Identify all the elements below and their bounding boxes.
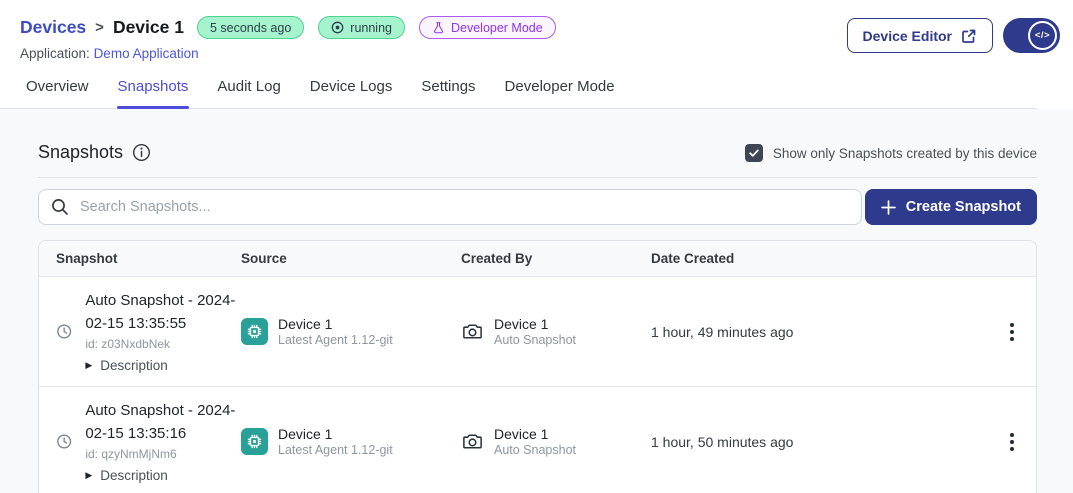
last-seen-badge: 5 seconds ago (197, 16, 304, 39)
snapshots-section: Snapshots Show only Snapshots created by… (0, 109, 1073, 493)
tab-audit-log[interactable]: Audit Log (216, 76, 281, 108)
page-header: Devices > Device 1 5 seconds ago running… (0, 0, 1073, 61)
column-header-created-by: Created By (461, 251, 651, 266)
table-header: Snapshot Source Created By Date Created (39, 241, 1036, 276)
status-badge: running (318, 16, 405, 39)
developer-mode-badge: Developer Mode (419, 16, 556, 39)
clock-icon (56, 433, 72, 450)
external-link-icon (961, 28, 977, 44)
source-agent-version: Latest Agent 1.12-git (278, 333, 393, 347)
source-device-name: Device 1 (278, 316, 393, 332)
application-link[interactable]: Demo Application (94, 46, 199, 61)
breadcrumb: Devices > Device 1 (20, 17, 184, 38)
created-by-method: Auto Snapshot (494, 443, 576, 457)
developer-mode-badge-label: Developer Mode (451, 21, 543, 35)
row-actions-menu[interactable] (1004, 319, 1020, 345)
source-device-name: Device 1 (278, 426, 393, 442)
description-label: Description (100, 468, 168, 483)
last-seen-badge-label: 5 seconds ago (210, 21, 291, 35)
created-by-method: Auto Snapshot (494, 333, 576, 347)
device-chip-icon (241, 428, 268, 455)
tab-snapshots[interactable]: Snapshots (117, 76, 190, 108)
create-snapshot-button[interactable]: Create Snapshot (865, 189, 1037, 225)
camera-icon (461, 320, 484, 343)
snapshot-title: Auto Snapshot - 2024-02-15 13:35:55 (85, 290, 241, 335)
row-actions-menu[interactable] (1004, 429, 1020, 455)
clock-icon (56, 323, 72, 340)
triangle-right-icon: ▶ (85, 361, 92, 370)
column-header-source: Source (241, 251, 461, 266)
create-snapshot-button-label: Create Snapshot (906, 199, 1021, 215)
status-badge-label: running (350, 21, 392, 35)
application-line: Application: Demo Application (20, 46, 556, 61)
record-icon (331, 21, 344, 34)
device-chip-icon (241, 318, 268, 345)
filter-checkbox[interactable] (745, 144, 763, 162)
column-header-snapshot: Snapshot (39, 251, 241, 266)
snapshot-id: id: qzyNmMjNm6 (85, 447, 241, 461)
filter-checkbox-label: Show only Snapshots created by this devi… (773, 146, 1037, 161)
tab-overview[interactable]: Overview (25, 76, 90, 108)
column-header-date-created: Date Created (651, 251, 1004, 266)
breadcrumb-devices-link[interactable]: Devices (20, 17, 86, 38)
breadcrumb-separator: > (95, 19, 104, 36)
tab-developer-mode[interactable]: Developer Mode (504, 76, 616, 108)
table-row: Auto Snapshot - 2024-02-15 13:35:55 id: … (39, 276, 1036, 386)
search-input[interactable] (38, 189, 862, 225)
application-label: Application: (20, 46, 90, 61)
filter-checkbox-row[interactable]: Show only Snapshots created by this devi… (745, 144, 1037, 162)
tab-bar: Overview Snapshots Audit Log Device Logs… (0, 76, 1037, 109)
device-editor-button-label: Device Editor (863, 28, 952, 44)
developer-mode-toggle[interactable]: </> (1003, 18, 1060, 53)
flask-icon (432, 21, 445, 34)
device-editor-button[interactable]: Device Editor (847, 18, 993, 53)
description-toggle[interactable]: ▶ Description (85, 358, 241, 373)
code-icon: </> (1028, 21, 1057, 50)
snapshot-id: id: z03NxdbNek (85, 337, 241, 351)
created-by-name: Device 1 (494, 316, 576, 332)
table-row: Auto Snapshot - 2024-02-15 13:35:16 id: … (39, 386, 1036, 493)
tab-device-logs[interactable]: Device Logs (309, 76, 394, 108)
plus-icon (881, 200, 896, 215)
breadcrumb-current-device: Device 1 (113, 17, 184, 38)
search-icon (51, 198, 69, 216)
description-label: Description (100, 358, 168, 373)
source-agent-version: Latest Agent 1.12-git (278, 443, 393, 457)
snapshot-title: Auto Snapshot - 2024-02-15 13:35:16 (85, 400, 241, 445)
date-created: 1 hour, 49 minutes ago (651, 324, 1004, 340)
created-by-name: Device 1 (494, 426, 576, 442)
check-icon (748, 147, 760, 159)
description-toggle[interactable]: ▶ Description (85, 468, 241, 483)
info-icon[interactable] (132, 143, 151, 162)
tab-settings[interactable]: Settings (420, 76, 476, 108)
date-created: 1 hour, 50 minutes ago (651, 434, 1004, 450)
triangle-right-icon: ▶ (85, 471, 92, 480)
snapshots-table: Snapshot Source Created By Date Created … (38, 240, 1037, 493)
camera-icon (461, 430, 484, 453)
section-divider (38, 177, 1037, 178)
section-title: Snapshots (38, 142, 123, 163)
